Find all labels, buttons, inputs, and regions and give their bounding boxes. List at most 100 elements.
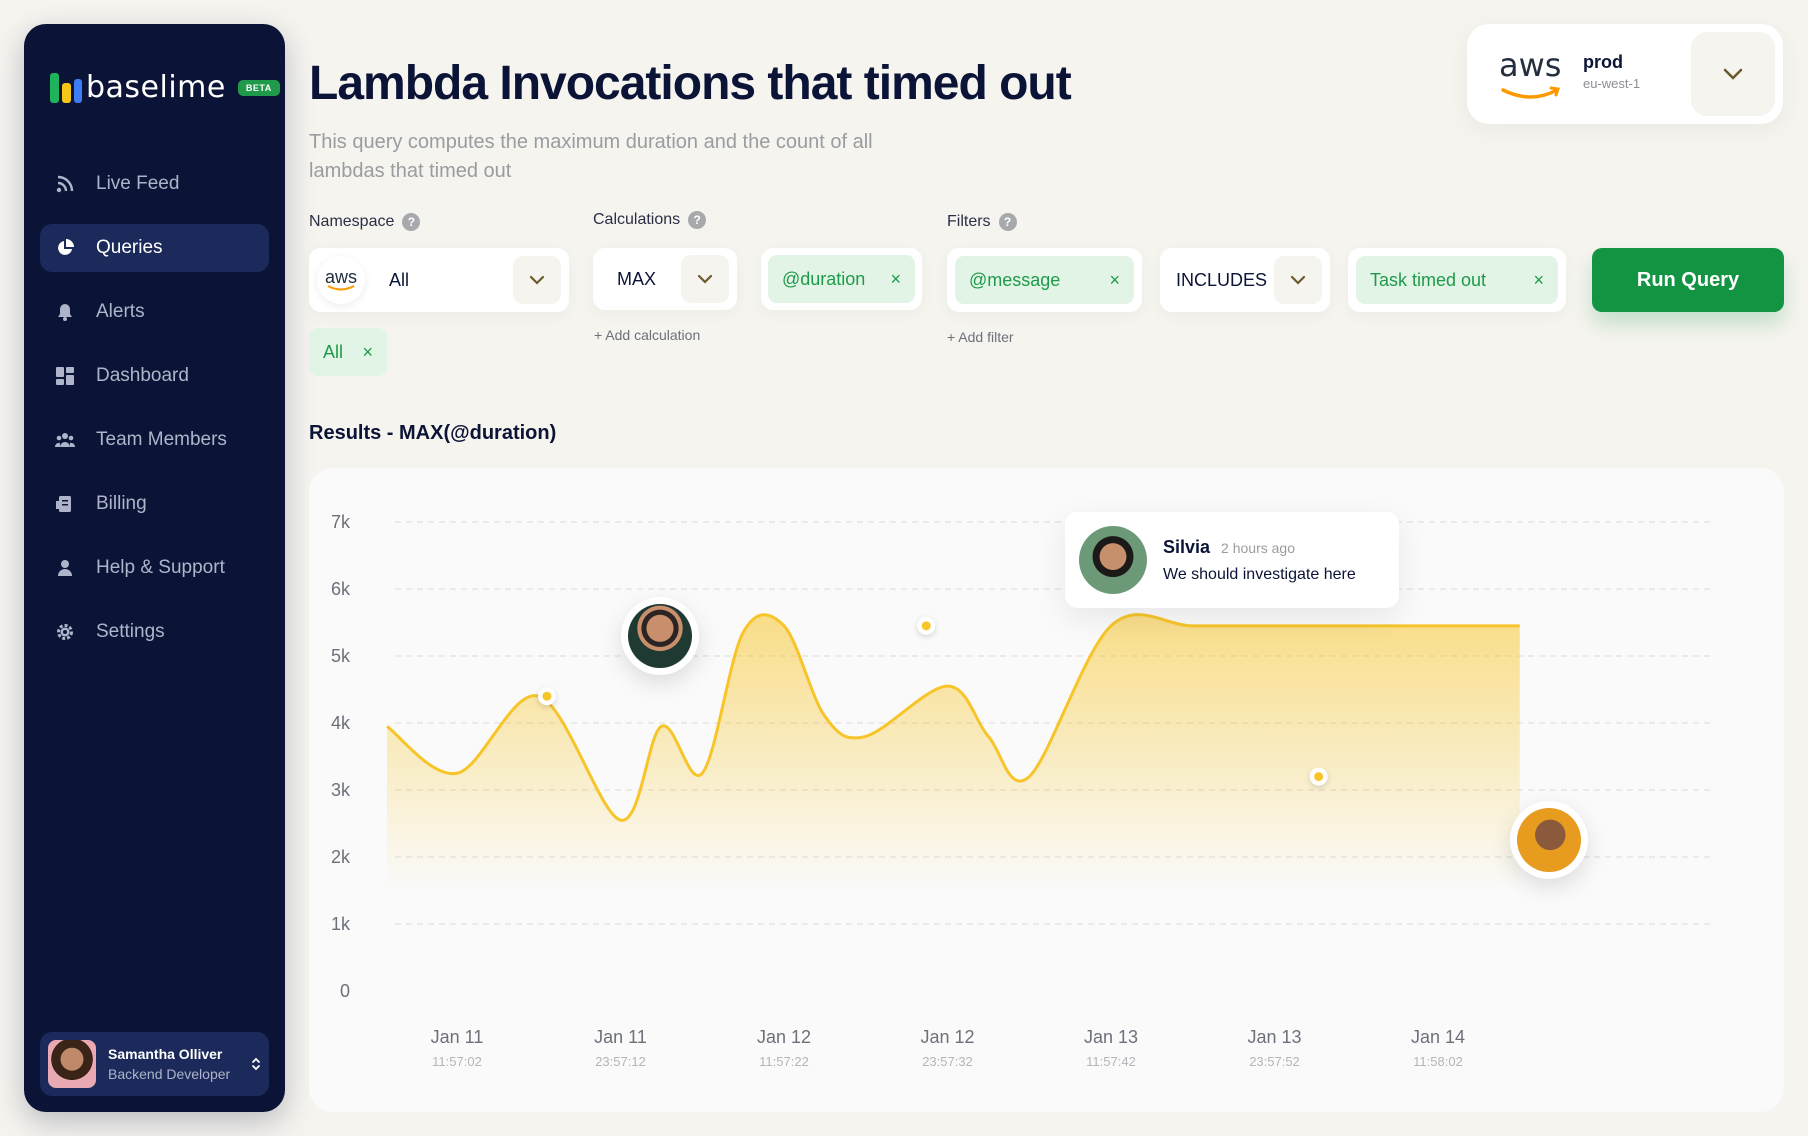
sidebar-item-settings[interactable]: Settings xyxy=(40,608,269,656)
x-tick-time: 11:57:22 xyxy=(759,1054,809,1069)
calculation-operator-value: MAX xyxy=(617,268,657,289)
help-icon[interactable]: ? xyxy=(402,213,421,231)
run-query-button[interactable]: Run Query xyxy=(1592,248,1784,312)
x-tick-label: Jan 14 xyxy=(1411,1027,1465,1047)
dashboard-grid-icon xyxy=(54,365,76,387)
calculation-field-label: @duration xyxy=(782,268,866,289)
sidebar-item-live-feed[interactable]: Live Feed xyxy=(40,160,269,208)
namespace-value: All xyxy=(389,269,410,290)
filter-value-label: Task timed out xyxy=(1370,269,1487,290)
bell-icon xyxy=(54,301,76,323)
comment-time: 2 hours ago xyxy=(1221,539,1295,556)
x-tick-time: 11:57:42 xyxy=(1086,1054,1136,1069)
calculation-operator-select[interactable]: MAX xyxy=(593,248,737,310)
sidebar-item-help-support[interactable]: Help & Support xyxy=(40,544,269,592)
x-tick-label: Jan 13 xyxy=(1247,1027,1301,1047)
x-tick-label: Jan 12 xyxy=(757,1027,811,1047)
calculation-field-box: @duration × xyxy=(761,248,922,310)
chevron-down-icon[interactable] xyxy=(1274,256,1322,304)
series-area xyxy=(387,614,1520,891)
person-icon xyxy=(54,557,76,579)
user-role: Backend Developer xyxy=(108,1066,231,1082)
sidebar-item-label: Help & Support xyxy=(96,557,225,578)
user-switcher[interactable]: Samantha Olliver Backend Developer xyxy=(40,1032,269,1096)
environment-region: eu-west-1 xyxy=(1583,76,1641,91)
data-point-dot xyxy=(921,621,931,631)
logo-mark-icon xyxy=(50,72,82,103)
filter-value-box: Task timed out × xyxy=(1348,248,1566,312)
aws-smile-icon xyxy=(1501,86,1560,99)
brand-logo[interactable]: baselime BETA xyxy=(50,70,280,105)
close-icon[interactable]: × xyxy=(1521,270,1544,291)
sidebar-item-label: Team Members xyxy=(96,429,227,450)
chevron-down-icon xyxy=(1723,68,1743,80)
calculations-label: Calculations ? xyxy=(593,211,707,229)
namespace-tag[interactable]: All × xyxy=(309,328,387,376)
namespace-label: Namespace ? xyxy=(309,213,421,231)
filters-label: Filters ? xyxy=(947,213,1017,231)
sidebar-item-label: Live Feed xyxy=(96,173,180,194)
filter-field-box: @message × xyxy=(947,248,1142,312)
filters-label-text: Filters xyxy=(947,213,991,230)
sidebar-item-billing[interactable]: Billing xyxy=(40,480,269,528)
sidebar-item-label: Dashboard xyxy=(96,365,189,386)
rss-icon xyxy=(54,173,76,195)
chart-comment[interactable]: Silvia 2 hours ago We should investigate… xyxy=(1065,512,1399,608)
chevron-up-down-icon xyxy=(251,1056,261,1072)
add-filter-link[interactable]: + Add filter xyxy=(947,329,1014,345)
sidebar-item-label: Alerts xyxy=(96,301,145,322)
close-icon[interactable]: × xyxy=(878,269,901,290)
namespace-tag-label: All xyxy=(323,341,344,362)
results-chart[interactable]: 7k 6k 5k 4k 3k 2k 1k 0 Jan 11 11:57:02 Jan 11 23:57… xyxy=(309,468,1784,1112)
comment-text: We should investigate here xyxy=(1163,565,1356,583)
y-tick-label: 1k xyxy=(331,914,351,934)
close-icon[interactable]: × xyxy=(350,342,373,363)
chart-card: 7k 6k 5k 4k 3k 2k 1k 0 Jan 11 11:57:02 Jan 11 23:57… xyxy=(309,468,1784,1112)
pie-chart-icon xyxy=(54,237,76,259)
sidebar-item-dashboard[interactable]: Dashboard xyxy=(40,352,269,400)
filter-operator-value: INCLUDES xyxy=(1176,269,1268,290)
sidebar-nav: Live Feed Queries Alerts Dashboard Team … xyxy=(40,160,269,672)
annotation-avatar-2[interactable] xyxy=(1510,801,1588,879)
namespace-select[interactable]: aws All xyxy=(309,248,569,312)
filter-value-tag[interactable]: Task timed out × xyxy=(1356,256,1558,304)
help-icon[interactable]: ? xyxy=(998,213,1017,231)
y-tick-label: 0 xyxy=(340,981,350,1001)
x-tick-label: Jan 11 xyxy=(431,1027,484,1047)
annotation-avatar-1[interactable] xyxy=(621,597,699,675)
aws-logo: aws xyxy=(1499,46,1562,84)
aws-icon-text: aws xyxy=(324,267,357,287)
brand-name: baselime xyxy=(86,70,226,105)
environment-dropdown-button[interactable] xyxy=(1691,32,1775,116)
help-icon[interactable]: ? xyxy=(688,211,707,229)
y-tick-label: 7k xyxy=(331,512,351,532)
close-icon[interactable]: × xyxy=(1097,270,1120,291)
y-tick-label: 5k xyxy=(331,646,351,666)
environment-name: prod xyxy=(1583,52,1623,72)
x-tick-label: Jan 12 xyxy=(920,1027,974,1047)
avatar xyxy=(1079,526,1147,594)
calculations-label-text: Calculations xyxy=(593,211,681,228)
environment-selector[interactable]: aws prod eu-west-1 xyxy=(1467,24,1783,124)
beta-badge: BETA xyxy=(237,79,280,96)
calculation-field-tag[interactable]: @duration × xyxy=(768,255,915,303)
chevron-down-icon[interactable] xyxy=(513,256,561,304)
x-tick-label: Jan 13 xyxy=(1084,1027,1138,1047)
x-tick-time: 23:57:12 xyxy=(595,1054,646,1069)
x-tick-time: 23:57:32 xyxy=(922,1054,973,1069)
comment-author: Silvia xyxy=(1163,536,1211,557)
user-name: Samantha Olliver xyxy=(108,1046,223,1062)
chevron-down-icon[interactable] xyxy=(681,255,729,303)
filter-operator-select[interactable]: INCLUDES xyxy=(1160,248,1330,312)
team-icon xyxy=(54,429,76,451)
page-title: Lambda Invocations that timed out xyxy=(309,57,1072,110)
avatar xyxy=(628,604,692,668)
namespace-label-text: Namespace xyxy=(309,213,395,230)
data-point-dot xyxy=(1314,772,1324,782)
filter-field-tag[interactable]: @message × xyxy=(955,256,1134,304)
sidebar-item-alerts[interactable]: Alerts xyxy=(40,288,269,336)
sidebar-item-queries[interactable]: Queries xyxy=(40,224,269,272)
x-tick-time: 11:57:02 xyxy=(432,1054,482,1069)
add-calculation-link[interactable]: + Add calculation xyxy=(594,327,700,343)
sidebar-item-team-members[interactable]: Team Members xyxy=(40,416,269,464)
